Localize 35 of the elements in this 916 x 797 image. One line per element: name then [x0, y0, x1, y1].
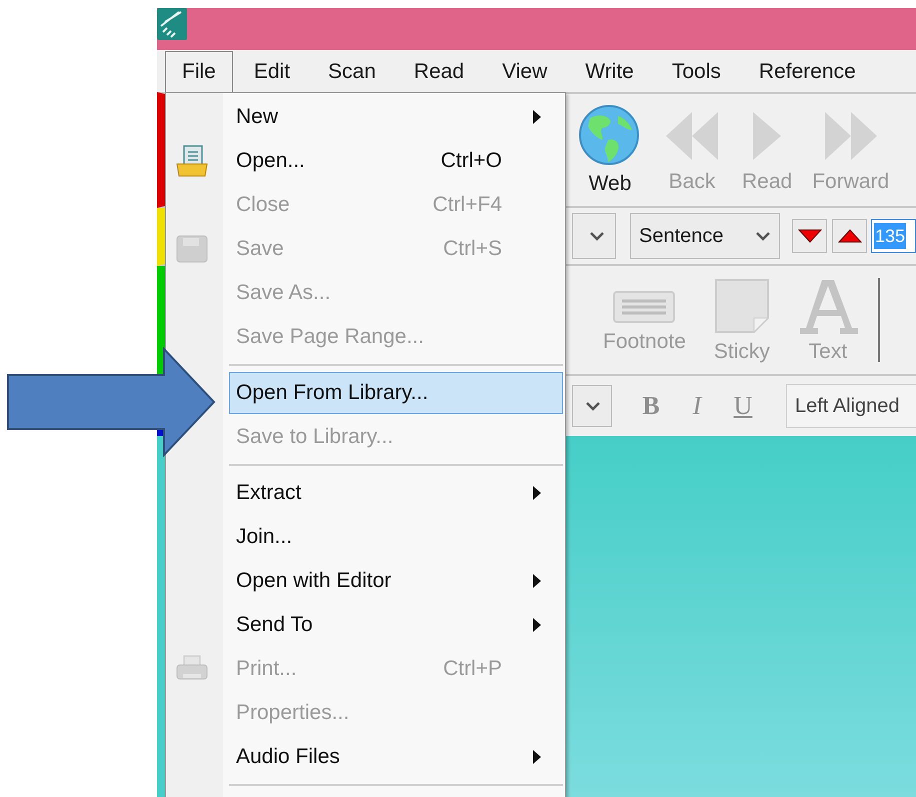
menu[interactable]: Edit [234, 51, 310, 92]
folder-icon [174, 144, 208, 178]
dropdown[interactable] [572, 385, 612, 427]
menu-item[interactable]: Extract [229, 472, 563, 514]
menu-item[interactable]: Open with Editor [229, 560, 563, 602]
menu-item[interactable]: Audio Files [229, 736, 563, 778]
menu[interactable]: Scan [309, 51, 395, 92]
menu[interactable]: View [483, 51, 566, 92]
shortcut-label: Ctrl+S [443, 237, 502, 261]
alignment-field[interactable]: Left Aligned [786, 384, 916, 428]
decrease-button[interactable] [792, 219, 827, 253]
shortcut-label: Ctrl+P [443, 657, 502, 681]
chevron-down-icon [585, 401, 601, 411]
app-logo-icon [157, 8, 187, 40]
chevron-down-icon [755, 231, 771, 241]
increase-button[interactable] [832, 219, 867, 253]
menu[interactable]: Tools [652, 51, 740, 92]
shortcut-label: Ctrl+F4 [432, 193, 502, 217]
menu[interactable]: Read [394, 51, 484, 92]
toolbar-button[interactable]: Web [578, 104, 642, 196]
reading-unit-dropdown[interactable]: Sentence [630, 213, 780, 259]
shortcut-label: Ctrl+O [440, 149, 502, 173]
menu-item[interactable]: Open From Library... [229, 372, 563, 414]
triangle-down-icon [798, 229, 822, 243]
dropdown[interactable] [572, 213, 616, 259]
menu-item[interactable]: Send To [229, 604, 563, 646]
globe-icon [578, 104, 642, 168]
menu[interactable]: Write [566, 51, 653, 92]
menu[interactable]: Reference [740, 51, 875, 92]
menu-item[interactable]: Join... [229, 516, 563, 558]
triangle-up-icon [838, 229, 862, 243]
dropdown-value: Sentence [639, 224, 724, 248]
chevron-down-icon [589, 231, 605, 241]
menu-item[interactable]: Open... Ctrl+O [229, 140, 563, 182]
menu-item[interactable]: New [229, 96, 563, 138]
